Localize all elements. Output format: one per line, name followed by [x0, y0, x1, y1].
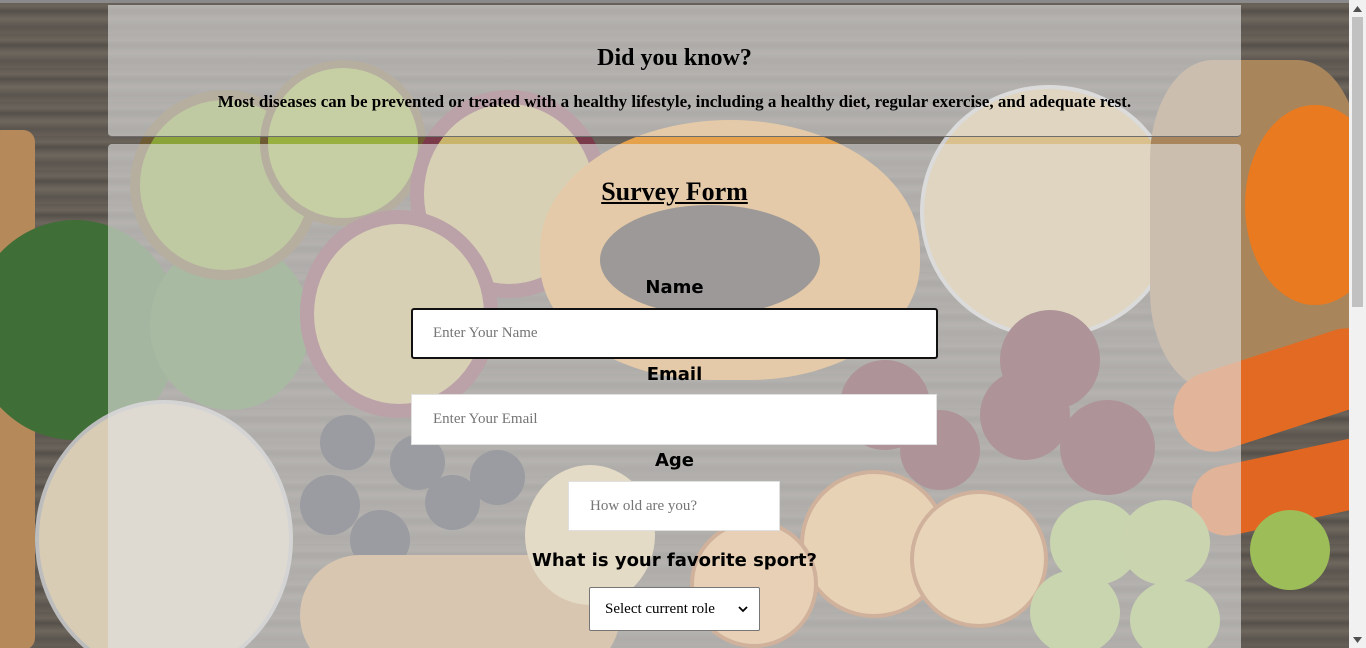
- survey-form-panel: Survey Form Name Email Age What is your …: [108, 144, 1241, 648]
- favorite-sport-label: What is your favorite sport?: [532, 550, 817, 571]
- email-label: Email: [646, 364, 703, 385]
- scrollbar-thumb[interactable]: [1352, 17, 1363, 307]
- age-label: Age: [654, 450, 695, 471]
- page-scrollbar[interactable]: [1349, 0, 1366, 648]
- did-you-know-title: Did you know?: [597, 45, 752, 71]
- name-input[interactable]: [411, 308, 938, 359]
- survey-form-title: Survey Form: [601, 177, 748, 206]
- age-input[interactable]: [568, 481, 780, 531]
- email-input[interactable]: [411, 394, 937, 445]
- favorite-sport-selected: Select current role: [605, 601, 715, 617]
- favorite-sport-select[interactable]: Select current role: [589, 587, 760, 631]
- scroll-up-button[interactable]: [1349, 0, 1366, 17]
- name-label: Name: [645, 277, 704, 298]
- chevron-down-icon: [738, 606, 748, 613]
- triangle-up-icon: [1353, 5, 1362, 12]
- scroll-down-button[interactable]: [1349, 631, 1366, 648]
- triangle-down-icon: [1353, 636, 1362, 643]
- did-you-know-panel: Did you know? Most diseases can be preve…: [108, 5, 1241, 137]
- window-top-border: [0, 0, 1349, 3]
- did-you-know-text: Most diseases can be prevented or treate…: [217, 92, 1132, 111]
